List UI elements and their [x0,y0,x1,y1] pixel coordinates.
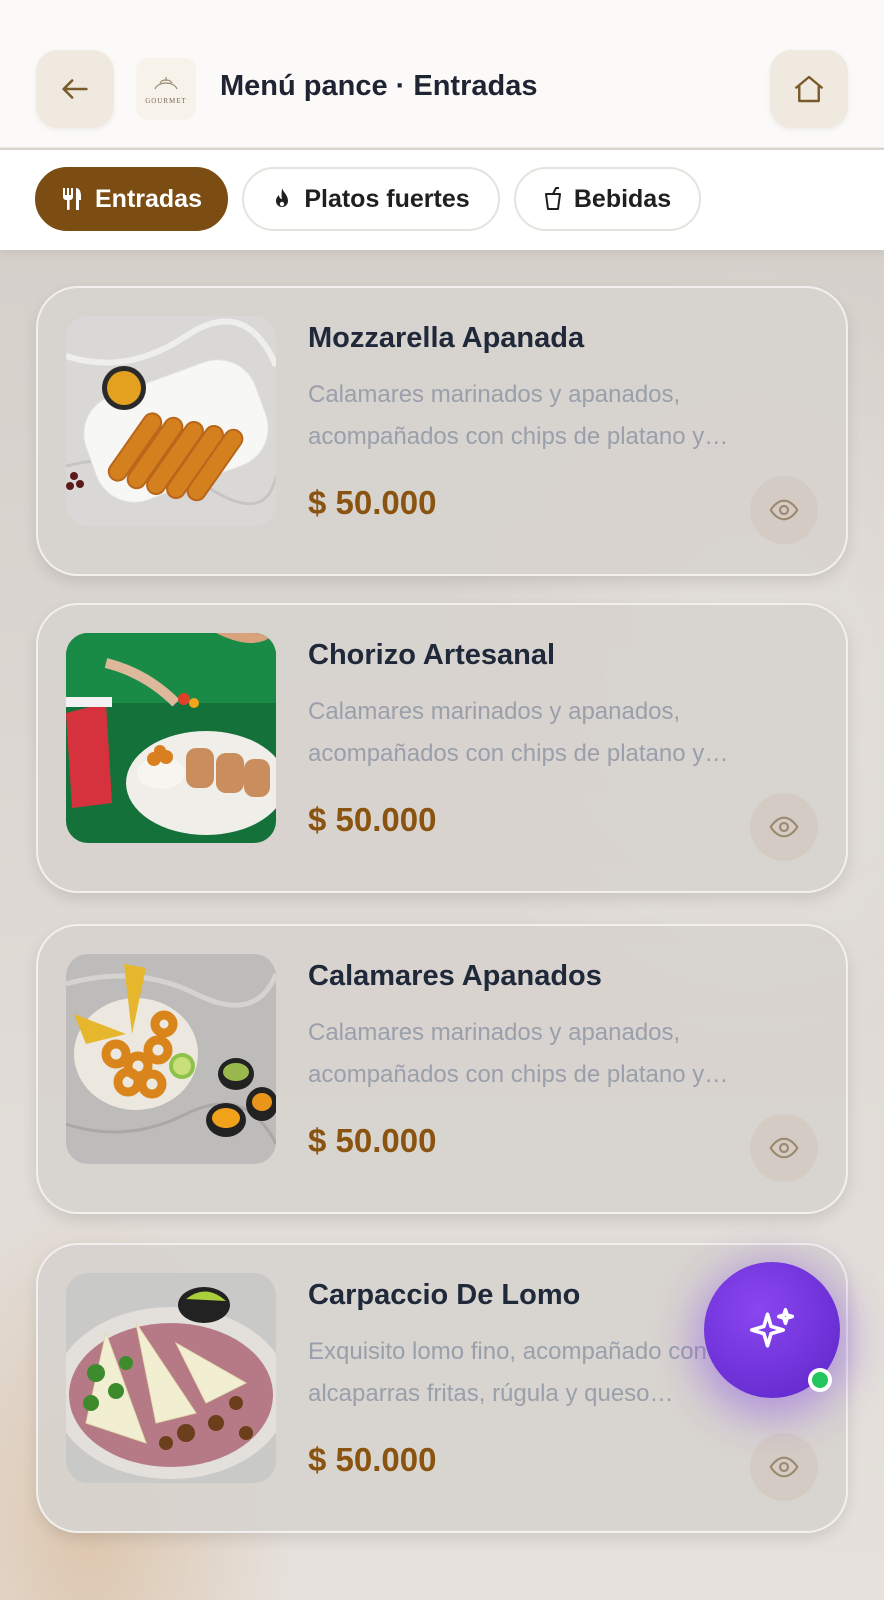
food-photo-carpaccio [66,1273,276,1483]
tab-platos-fuertes[interactable]: Platos fuertes [242,167,500,231]
item-name: Chorizo Artesanal [308,639,556,671]
item-price: $ 50.000 [308,1441,437,1478]
food-photo-calamares [66,954,276,1164]
item-name: Mozzarella Apanada [308,322,585,354]
item-description: Calamares marinados y apanados, acompaña… [308,381,729,450]
tab-label: Bebidas [573,184,672,213]
online-status-dot [808,1368,832,1392]
item-description: Calamares marinados y apanados, acompaña… [308,698,729,767]
app-header: GOURMET Menú pance · Entradas [0,0,884,148]
flame-icon [276,188,289,207]
eye-icon [769,816,799,838]
arrow-left-icon [62,79,88,99]
page-title: Menú pance · Entradas [220,70,538,102]
view-details-button[interactable] [750,1114,818,1182]
item-price: $ 50.000 [308,1122,437,1159]
food-photo-chorizo [66,633,276,843]
eye-icon [769,1456,799,1478]
eye-icon [769,499,799,521]
home-button[interactable] [770,50,848,128]
cup-icon [544,187,561,210]
tab-label: Entradas [95,184,202,213]
home-icon [794,75,824,103]
menu-item-card[interactable]: Chorizo Artesanal Calamares marinados y … [36,603,848,893]
menu-item-card[interactable]: Calamares Apanados Calamares marinados y… [36,924,848,1214]
utensils-icon [63,188,81,210]
back-button[interactable] [36,50,114,128]
item-description: Calamares marinados y apanados, acompaña… [308,1019,729,1088]
menu-item-card[interactable]: Mozzarella Apanada Calamares marinados y… [36,286,848,576]
eye-icon [769,1137,799,1159]
restaurant-logo: GOURMET [136,58,196,120]
tab-bebidas[interactable]: Bebidas [514,167,701,231]
logo-text: GOURMET [145,97,187,105]
item-name: Calamares Apanados [308,960,602,992]
tab-entradas[interactable]: Entradas [35,167,228,231]
sparkles-icon [749,1307,795,1348]
category-tabs: Entradas Platos fuertes Bebidas [0,150,884,250]
view-details-button[interactable] [750,1433,818,1501]
view-details-button[interactable] [750,793,818,861]
logo-emblem-icon [154,77,178,90]
view-details-button[interactable] [750,476,818,544]
item-price: $ 50.000 [308,801,437,838]
food-photo-mozzarella [66,316,276,526]
item-price: $ 50.000 [308,484,437,521]
tab-label: Platos fuertes [304,184,470,213]
item-name: Carpaccio De Lomo [308,1279,581,1311]
